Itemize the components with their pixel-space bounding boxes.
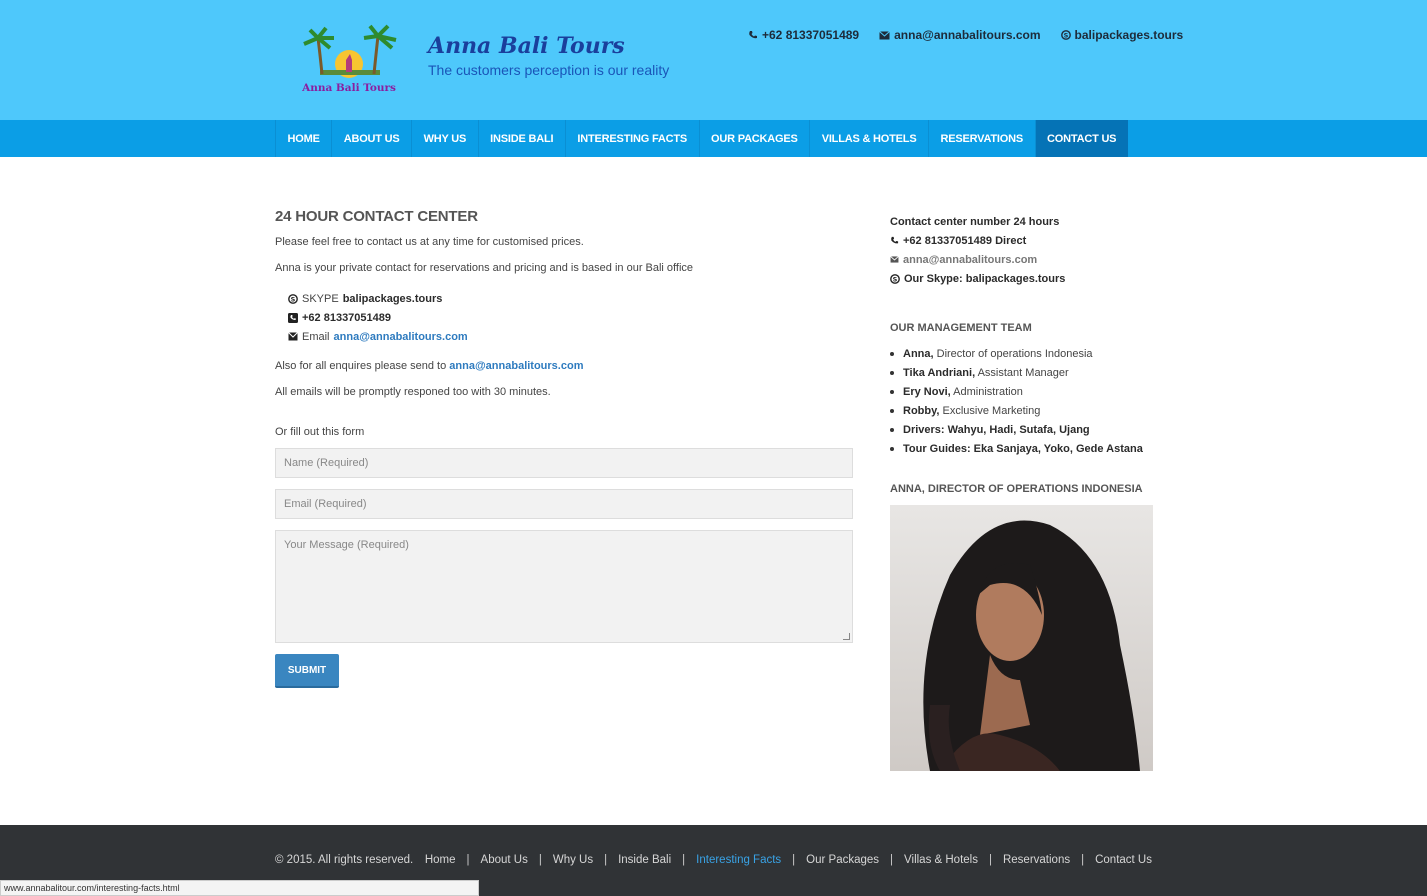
- resize-handle[interactable]: [843, 633, 850, 640]
- top-skype-text: balipackages.tours: [1074, 28, 1184, 42]
- envelope-icon: [288, 332, 298, 341]
- skype-icon: S: [288, 293, 298, 304]
- nav-item-interesting-facts[interactable]: INTERESTING FACTS: [564, 120, 699, 157]
- main-nav: HOME ABOUT US WHY US INSIDE BALI INTERES…: [0, 120, 1427, 157]
- phone-icon: [749, 31, 757, 39]
- copyright: © 2015. All rights reserved.: [275, 854, 414, 866]
- footer-link-interesting-facts[interactable]: Interesting Facts: [696, 854, 781, 866]
- form-intro: Or fill out this form: [275, 426, 365, 438]
- phone-icon: [891, 236, 899, 244]
- email-input[interactable]: Email (Required): [275, 489, 853, 519]
- enquiries-label: Also for all enquires please send to: [275, 360, 447, 372]
- sidebar: Contact center number 24 hours +62 81337…: [890, 212, 1153, 771]
- team-member: Tika Andriani, Assistant Manager: [890, 363, 1153, 382]
- contact-phone: +62 81337051489: [288, 308, 853, 327]
- team-heading: OUR MANAGEMENT TEAM: [890, 322, 1032, 334]
- team-member: Tour Guides: Eka Sanjaya, Yoko, Gede Ast…: [890, 439, 1153, 458]
- nav-item-reservations[interactable]: RESERVATIONS: [927, 120, 1035, 157]
- team-member-name: Anna,: [903, 347, 934, 360]
- team-member-role: Administration: [950, 385, 1023, 398]
- contact-email: Email anna@annabalitours.com: [288, 327, 853, 346]
- team-member-name: Robby,: [903, 404, 940, 417]
- footer-nav: Home | About Us | Why Us | Inside Bali | Int…: [424, 854, 1152, 866]
- message-textarea[interactable]: Your Message (Required): [275, 530, 853, 643]
- sidebar-skype: S Our Skype: balipackages.tours: [890, 269, 1153, 288]
- team-member: Ery Novi, Administration: [890, 382, 1153, 401]
- phone-square-icon: [288, 312, 298, 323]
- intro-text-1: Please feel free to contact us at any ti…: [275, 236, 584, 248]
- photo-heading: ANNA, DIRECTOR OF OPERATIONS INDONESIA: [890, 483, 1143, 495]
- email-label: Email: [302, 330, 330, 343]
- contact-skype: S SKYPE balipackages.tours: [288, 289, 853, 308]
- team-member-role: Assistant Manager: [975, 366, 1069, 379]
- skype-icon: S: [1060, 30, 1071, 40]
- svg-text:S: S: [291, 295, 296, 303]
- sidebar-phone-text: +62 81337051489 Direct: [903, 234, 1027, 247]
- team-member-role: Exclusive Marketing: [939, 404, 1041, 417]
- footer-link-why-us[interactable]: Why Us: [553, 854, 593, 866]
- site-logo[interactable]: Anna Bali Tours: [296, 24, 402, 96]
- skype-value: balipackages.tours: [342, 292, 443, 305]
- top-phone[interactable]: +62 81337051489: [748, 28, 859, 42]
- enquiries-email-link[interactable]: anna@annabalitours.com: [449, 360, 583, 372]
- team-member: Robby, Exclusive Marketing: [890, 401, 1153, 420]
- sidebar-email: anna@annabalitours.com: [890, 250, 1153, 269]
- footer-link-contact-us[interactable]: Contact Us: [1095, 854, 1152, 866]
- status-bar-url: www.annabalitour.com/interesting-facts.h…: [0, 880, 479, 896]
- top-phone-text: +62 81337051489: [762, 28, 860, 42]
- contact-center-heading: Contact center number 24 hours: [890, 215, 1060, 228]
- skype-label: SKYPE: [302, 292, 339, 305]
- contact-content: 24 HOUR CONTACT CENTER Please feel free …: [275, 205, 853, 688]
- nav-item-contact-us[interactable]: CONTACT US: [1034, 120, 1128, 157]
- site-tagline: The customers perception is our reality: [428, 62, 670, 78]
- nav-item-about-us[interactable]: ABOUT US: [331, 120, 411, 157]
- email-link[interactable]: anna@annabalitours.com: [334, 331, 468, 343]
- footer-link-our-packages[interactable]: Our Packages: [806, 854, 879, 866]
- nav-item-inside-bali[interactable]: INSIDE BALI: [477, 120, 565, 157]
- nav-item-home[interactable]: HOME: [275, 120, 331, 157]
- team-member-name: Ery Novi,: [903, 385, 951, 398]
- top-contacts: +62 81337051489 anna@annabalitours.com S…: [748, 28, 1183, 42]
- intro-text-2: Anna is your private contact for reserva…: [275, 262, 694, 274]
- footer-link-reservations[interactable]: Reservations: [1003, 854, 1070, 866]
- footer-link-about-us[interactable]: About Us: [481, 854, 528, 866]
- team-member-name: Tour Guides: Eka Sanjaya, Yoko, Gede Ast…: [903, 442, 1143, 455]
- sidebar-email-link[interactable]: anna@annabalitours.com: [903, 254, 1037, 266]
- director-photo: [890, 505, 1153, 771]
- team-member-name: Tika Andriani,: [903, 366, 976, 379]
- sidebar-skype-text: Our Skype: balipackages.tours: [904, 272, 1066, 285]
- site-header: Anna Bali Tours Anna Bali Tours The cust…: [0, 0, 1427, 120]
- footer-link-villas-hotels[interactable]: Villas & Hotels: [904, 854, 978, 866]
- svg-text:S: S: [1063, 32, 1068, 40]
- skype-icon: S: [890, 273, 900, 284]
- top-email[interactable]: anna@annabalitours.com: [879, 28, 1041, 42]
- page-title: 24 HOUR CONTACT CENTER: [275, 208, 478, 225]
- top-skype[interactable]: S balipackages.tours: [1060, 28, 1184, 42]
- nav-item-why-us[interactable]: WHY US: [411, 120, 478, 157]
- svg-text:Anna Bali Tours: Anna Bali Tours: [301, 82, 396, 94]
- team-member: Anna, Director of operations Indonesia: [890, 344, 1153, 363]
- team-member-name: Drivers: Wahyu, Hadi, Sutafa, Ujang: [903, 423, 1090, 436]
- phone-value: +62 81337051489: [302, 311, 392, 324]
- response-text: All emails will be promptly responed too…: [275, 386, 551, 398]
- nav-item-villas-hotels[interactable]: VILLAS & HOTELS: [809, 120, 928, 157]
- enquiries-text: Also for all enquires please send to ann…: [275, 361, 853, 372]
- envelope-icon: [890, 256, 899, 263]
- svg-text:S: S: [893, 275, 898, 283]
- footer-link-home[interactable]: Home: [425, 854, 456, 866]
- footer-link-inside-bali[interactable]: Inside Bali: [618, 854, 671, 866]
- brand-name[interactable]: Anna Bali Tours: [428, 33, 625, 59]
- nav-item-our-packages[interactable]: OUR PACKAGES: [698, 120, 810, 157]
- envelope-icon: [879, 30, 890, 39]
- submit-button[interactable]: SUBMIT: [275, 654, 339, 688]
- team-list: Anna, Director of operations Indonesia T…: [890, 344, 1153, 458]
- name-input[interactable]: Name (Required): [275, 448, 853, 478]
- team-member-role: Director of operations Indonesia: [933, 347, 1093, 360]
- top-email-text: anna@annabalitours.com: [894, 28, 1041, 42]
- contact-list: S SKYPE balipackages.tours +62 813370514…: [288, 289, 853, 346]
- sidebar-phone: +62 81337051489 Direct: [890, 231, 1153, 250]
- team-member: Drivers: Wahyu, Hadi, Sutafa, Ujang: [890, 420, 1153, 439]
- message-placeholder: Your Message (Required): [284, 539, 409, 551]
